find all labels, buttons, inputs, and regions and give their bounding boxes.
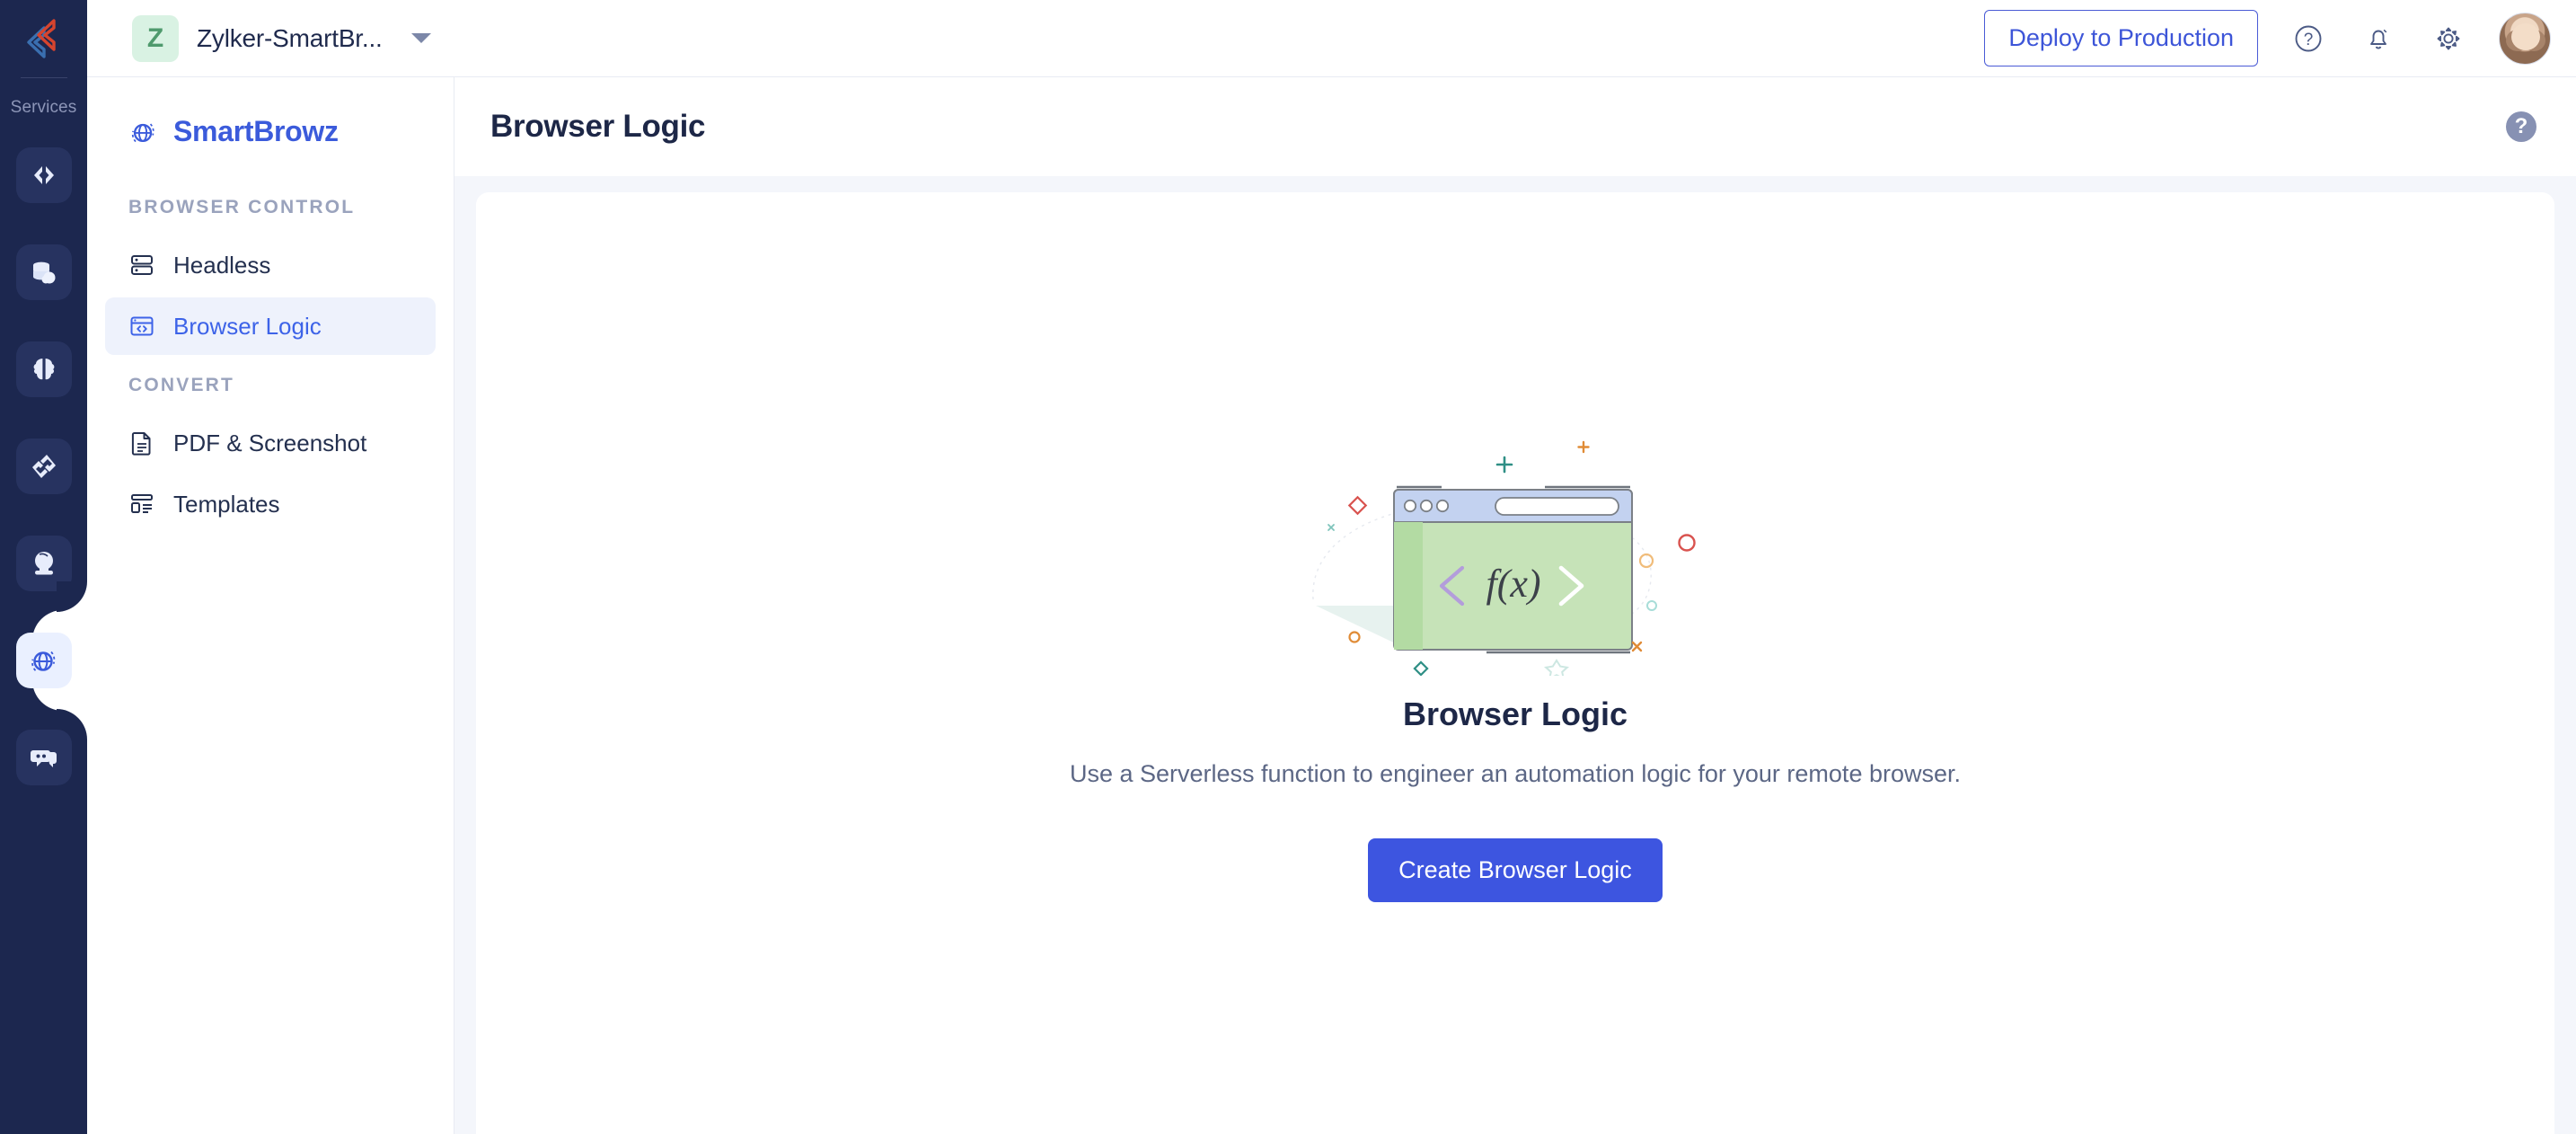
- crystal-ball-icon: [34, 552, 53, 575]
- chevron-down-icon: [410, 33, 431, 43]
- sidebar-item-label: Browser Logic: [173, 313, 322, 340]
- sidebar-item-pdf-screenshot[interactable]: PDF & Screenshot: [105, 414, 436, 472]
- page-help-button[interactable]: ?: [2506, 111, 2536, 142]
- org-initial-badge: Z: [132, 14, 179, 62]
- rail-tile: [15, 633, 72, 688]
- sidebar-item-label: PDF & Screenshot: [173, 430, 367, 456]
- sidebar-item-label: Headless: [173, 252, 271, 279]
- create-browser-logic-button[interactable]: Create Browser Logic: [1368, 838, 1663, 902]
- deploy-to-production-button[interactable]: Deploy to Production: [1984, 10, 2258, 66]
- notifications-button[interactable]: [2359, 19, 2398, 58]
- sidebar-brand-label: SmartBrowz: [173, 115, 339, 147]
- rail-item-ai[interactable]: [0, 321, 87, 418]
- content-header: Browser Logic ?: [454, 77, 2576, 176]
- org-selector[interactable]: Z Zylker-SmartBr...: [132, 14, 431, 62]
- code-icon: [33, 166, 54, 184]
- app-sidebar: SmartBrowz BROWSER CONTROL Headless Brow…: [87, 77, 454, 1134]
- svg-text:f(x): f(x): [1486, 562, 1540, 606]
- right-pane: Z Zylker-SmartBr... Deploy to Production…: [87, 0, 2576, 1134]
- app-root: Services Z Zylker-SmartBr... Deploy to P…: [0, 0, 2576, 1134]
- layout-template-icon: [131, 494, 153, 513]
- empty-state: f(x) Browser Logic Use a Serverless func…: [1070, 406, 1961, 902]
- rail-section-label: Services: [10, 98, 77, 117]
- browser-code-icon: [130, 316, 154, 336]
- svg-text:?: ?: [2304, 31, 2314, 49]
- sidebar-item-label: Templates: [173, 491, 280, 518]
- empty-state-card: f(x) Browser Logic Use a Serverless func…: [476, 192, 2554, 1134]
- rail-tile: [15, 147, 72, 203]
- settings-button[interactable]: [2429, 19, 2468, 58]
- sidebar-item-headless[interactable]: Headless: [105, 236, 436, 294]
- brain-icon: [33, 358, 54, 380]
- rail-divider: [20, 77, 67, 78]
- avatar[interactable]: [2499, 12, 2551, 65]
- empty-state-title: Browser Logic: [1402, 695, 1628, 732]
- top-bar-actions: Deploy to Production ?: [1984, 10, 2551, 66]
- zoho-catalyst-logo-icon: [26, 19, 56, 58]
- rail-tile: [15, 439, 72, 494]
- chat-bubbles-icon: [30, 750, 57, 767]
- empty-state-subtitle: Use a Serverless function to engineer an…: [1069, 760, 1961, 787]
- rail-item-datastore[interactable]: [0, 224, 87, 321]
- link-chain-icon: [31, 455, 56, 478]
- rail-tile: [15, 730, 72, 785]
- rail-tile: [15, 341, 72, 397]
- nav-group-label-convert: CONVERT: [128, 375, 235, 395]
- content-body: f(x) Browser Logic Use a Serverless func…: [454, 176, 2576, 1134]
- page-title: Browser Logic: [490, 109, 706, 144]
- rail-item-smartbrowz[interactable]: [0, 581, 93, 740]
- top-bar: Z Zylker-SmartBr... Deploy to Production…: [87, 0, 2576, 77]
- rail-item-circuits[interactable]: [0, 418, 87, 515]
- help-button[interactable]: ?: [2289, 19, 2328, 58]
- database-cloud-icon: [32, 261, 55, 284]
- main-content: Browser Logic ? f(x) Browser Logic Use a…: [454, 77, 2576, 1134]
- sidebar-brand[interactable]: SmartBrowz: [87, 86, 454, 181]
- services-icon-rail: Services: [0, 0, 93, 1134]
- rail-item-functions[interactable]: [0, 127, 87, 224]
- browser-window-function-illustration: f(x): [1312, 440, 1696, 676]
- catalyst-logo[interactable]: [0, 0, 87, 77]
- sidebar-item-browser-logic[interactable]: Browser Logic: [105, 297, 436, 355]
- sidebar-item-templates[interactable]: Templates: [105, 475, 436, 533]
- rail-tile: [15, 244, 72, 300]
- globe-icon: [31, 651, 55, 671]
- globe-icon: [131, 122, 154, 142]
- server-stack-icon: [131, 255, 153, 275]
- rail-item-list: [0, 127, 93, 806]
- app-body: SmartBrowz BROWSER CONTROL Headless Brow…: [87, 77, 2576, 1134]
- help-circle-icon: ?: [2295, 25, 2322, 51]
- document-icon: [131, 432, 151, 456]
- bell-icon: [2370, 29, 2387, 49]
- rail-active-cap-top: [57, 581, 87, 612]
- org-name: Zylker-SmartBr...: [197, 23, 383, 52]
- gear-icon: [2437, 27, 2460, 49]
- nav-group-label-browser-control: BROWSER CONTROL: [128, 197, 356, 217]
- rail-item-chat[interactable]: [0, 709, 87, 806]
